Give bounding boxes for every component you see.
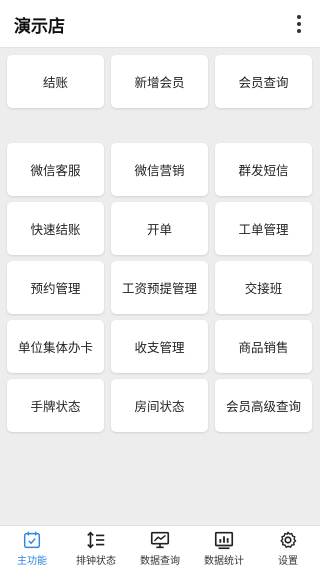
wage-accrual-management-button[interactable]: 工资预提管理 — [111, 261, 208, 314]
nav-label-shift-status: 排钟状态 — [76, 556, 116, 567]
nav-label-data-stats: 数据统计 — [204, 556, 244, 567]
nav-item-data-stats[interactable]: 数据统计 — [192, 526, 256, 569]
nav-item-settings[interactable]: 设置 — [256, 526, 320, 569]
calendar-check-icon — [23, 531, 41, 549]
wristband-status-button[interactable]: 手牌状态 — [7, 379, 104, 432]
quick-checkout-button[interactable]: 快速结账 — [7, 202, 104, 255]
nav-item-shift-status[interactable]: 排钟状态 — [64, 526, 128, 569]
app-root: 演示店 结账 新增会员 会员查询 微信客服 微信营销 群发短信 快速结账 开单 … — [0, 0, 320, 569]
bar-stats-icon — [214, 531, 234, 550]
nav-label-main: 主功能 — [17, 556, 47, 567]
product-sales-button[interactable]: 商品销售 — [215, 320, 312, 373]
more-vertical-icon[interactable] — [288, 12, 310, 36]
store-title: 演示店 — [14, 17, 65, 37]
monitor-chart-icon — [150, 531, 170, 549]
work-order-management-button[interactable]: 工单管理 — [215, 202, 312, 255]
bottom-nav: 主功能 排钟状态 数据查询 数据统计 设置 — [0, 525, 320, 569]
member-query-button[interactable]: 会员查询 — [215, 55, 312, 108]
nav-item-main[interactable]: 主功能 — [0, 526, 64, 569]
app-header: 演示店 — [0, 0, 320, 48]
open-order-button[interactable]: 开单 — [111, 202, 208, 255]
group-card-button[interactable]: 单位集体办卡 — [7, 320, 104, 373]
gear-icon — [280, 531, 297, 548]
nav-label-settings: 设置 — [278, 556, 298, 567]
bulk-sms-button[interactable]: 群发短信 — [215, 143, 312, 196]
nav-label-data-query: 数据查询 — [140, 556, 180, 567]
wechat-service-button[interactable]: 微信客服 — [7, 143, 104, 196]
income-expense-button[interactable]: 收支管理 — [111, 320, 208, 373]
checkout-button[interactable]: 结账 — [7, 55, 104, 108]
appointment-management-button[interactable]: 预约管理 — [7, 261, 104, 314]
member-advanced-query-button[interactable]: 会员高级查询 — [215, 379, 312, 432]
wechat-marketing-button[interactable]: 微信营销 — [111, 143, 208, 196]
room-status-button[interactable]: 房间状态 — [111, 379, 208, 432]
add-member-button[interactable]: 新增会员 — [111, 55, 208, 108]
shift-handover-button[interactable]: 交接班 — [215, 261, 312, 314]
sort-list-icon — [87, 531, 105, 549]
nav-item-data-query[interactable]: 数据查询 — [128, 526, 192, 569]
